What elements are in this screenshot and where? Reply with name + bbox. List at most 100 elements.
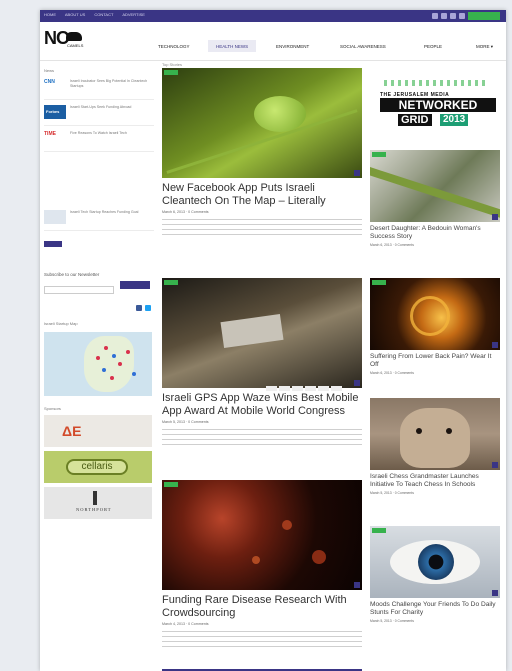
nav-health-news[interactable]: HEALTH NEWS xyxy=(216,44,248,49)
top-link-home[interactable]: HOME xyxy=(44,12,56,17)
article-card[interactable]: Israeli GPS App Waze Wins Best Mobile Ap… xyxy=(162,278,362,449)
article-title[interactable]: Desert Daughter: A Bedouin Woman's Succe… xyxy=(370,225,500,240)
side-article-card[interactable]: Moods Challenge Your Friends To Do Daily… xyxy=(370,526,500,623)
article-image[interactable] xyxy=(370,278,500,350)
article-title[interactable]: Israeli GPS App Waze Wins Best Mobile Ap… xyxy=(162,392,362,417)
nav-social-awareness[interactable]: SOCIAL AWARENESS xyxy=(340,44,386,49)
logo-subtext: CAMELS xyxy=(67,43,84,48)
twitter-icon[interactable] xyxy=(450,13,456,19)
category-tag[interactable] xyxy=(372,280,386,285)
slider-dot[interactable] xyxy=(305,386,316,391)
slider-dot[interactable] xyxy=(279,386,290,391)
category-tag[interactable] xyxy=(164,482,178,487)
top-link-contact[interactable]: CONTACT xyxy=(94,12,113,17)
map-pin-icon[interactable] xyxy=(102,368,106,372)
sponsor-logo: cellaris xyxy=(66,459,128,475)
sponsor-banner[interactable]: cellaris xyxy=(44,451,152,483)
aphid-shape xyxy=(254,96,306,132)
article-image[interactable] xyxy=(370,150,500,222)
sidebar-item[interactable]: Israeli Tech Startup Reaches Funding Goa… xyxy=(44,208,154,231)
top-link-about[interactable]: ABOUT US xyxy=(65,12,85,17)
partner-logo: Forbes xyxy=(44,105,66,119)
sidebar-item[interactable]: CNN Israeli Incubator Sees Big Potential… xyxy=(44,77,154,100)
cell-shape xyxy=(282,520,292,530)
newsletter-subscribe-button[interactable] xyxy=(120,281,150,289)
sidebar-description xyxy=(44,158,154,202)
article-image[interactable] xyxy=(370,526,500,598)
article-title[interactable]: Funding Rare Disease Research With Crowd… xyxy=(162,594,362,619)
side-article-card[interactable]: Suffering From Lower Back Pain? Wear It … xyxy=(370,278,500,375)
nav-more[interactable]: MORE ▾ xyxy=(476,44,493,50)
promo-year: 2013 xyxy=(440,114,469,126)
header-divider xyxy=(40,60,506,61)
cell-shape xyxy=(312,550,326,564)
animal-head-shape xyxy=(400,408,470,468)
article-image[interactable] xyxy=(162,278,362,388)
startup-map[interactable] xyxy=(44,332,152,396)
comment-count-badge[interactable] xyxy=(492,590,498,596)
partner-logo xyxy=(44,210,66,224)
top-link-advertise[interactable]: ADVERTISE xyxy=(122,12,145,17)
nav-environment[interactable]: ENVIRONMENT xyxy=(276,44,309,49)
sidebar-social xyxy=(44,303,154,313)
comment-count-badge[interactable] xyxy=(354,380,360,386)
map-pin-icon[interactable] xyxy=(112,354,116,358)
promo-banner[interactable]: THE JERUSALEM MEDIA NETWORKED GRID 2013 xyxy=(370,68,500,144)
article-title[interactable]: Moods Challenge Your Friends To Do Daily… xyxy=(370,601,500,616)
twitter-icon[interactable] xyxy=(145,305,151,311)
slider-dot[interactable] xyxy=(292,386,303,391)
partner-logo: TIME xyxy=(44,131,56,137)
category-tag[interactable] xyxy=(164,70,178,75)
facebook-icon[interactable] xyxy=(441,13,447,19)
category-tag[interactable] xyxy=(372,152,386,157)
map-pin-icon[interactable] xyxy=(96,356,100,360)
side-article-card[interactable]: Desert Daughter: A Bedouin Woman's Succe… xyxy=(370,150,500,247)
left-sidebar: News CNN Israeli Incubator Sees Big Pote… xyxy=(44,68,154,519)
sidebar-item[interactable]: Forbes Israeli Start-Ups Seek Funding Ab… xyxy=(44,103,154,126)
rss-icon[interactable] xyxy=(432,13,438,19)
slider-dot[interactable] xyxy=(266,386,277,391)
article-image[interactable] xyxy=(162,68,362,178)
sponsor-logo: NORTHPORT xyxy=(76,507,112,512)
nav-technology[interactable]: TECHNOLOGY xyxy=(158,44,190,49)
article-meta: March 6, 2013 · 0 Comments xyxy=(370,371,414,376)
sidebar-item-label: Israeli Tech Startup Reaches Funding Goa… xyxy=(70,210,139,214)
facebook-icon[interactable] xyxy=(136,305,142,311)
article-title[interactable]: Suffering From Lower Back Pain? Wear It … xyxy=(370,353,500,368)
more-news-button[interactable] xyxy=(44,241,62,247)
slider-controls xyxy=(266,378,344,391)
newsletter-email-field[interactable] xyxy=(44,286,114,294)
article-image[interactable] xyxy=(370,398,500,470)
article-title[interactable]: Israeli Chess Grandmaster Launches Initi… xyxy=(370,473,500,488)
site-logo[interactable]: NO CAMELS xyxy=(44,28,86,54)
map-pin-icon[interactable] xyxy=(118,362,122,366)
map-pin-icon[interactable] xyxy=(132,372,136,376)
map-pin-icon[interactable] xyxy=(126,350,130,354)
comment-count-badge[interactable] xyxy=(492,462,498,468)
article-card[interactable]: New Facebook App Puts Israeli Cleantech … xyxy=(162,68,362,239)
slider-dot[interactable] xyxy=(318,386,329,391)
slider-dot[interactable] xyxy=(331,386,342,391)
search-input[interactable] xyxy=(468,12,500,20)
sponsor-banner[interactable]: ΔE xyxy=(44,415,152,447)
sign-shape xyxy=(220,313,284,349)
category-tag[interactable] xyxy=(372,528,386,533)
comment-count-badge[interactable] xyxy=(354,170,360,176)
side-article-card[interactable]: Israeli Chess Grandmaster Launches Initi… xyxy=(370,398,500,495)
comment-count-badge[interactable] xyxy=(354,582,360,588)
nav-people[interactable]: PEOPLE xyxy=(424,44,442,49)
map-pin-icon[interactable] xyxy=(104,346,108,350)
promo-line3: GRID xyxy=(398,114,432,126)
category-tag[interactable] xyxy=(164,280,178,285)
sidebar-item-label: Israeli Start-Ups Seek Funding Abroad xyxy=(70,105,132,109)
comment-count-badge[interactable] xyxy=(492,214,498,220)
article-title[interactable]: New Facebook App Puts Israeli Cleantech … xyxy=(162,182,362,207)
sidebar-item[interactable]: TIME Five Reasons To Watch Israeli Tech xyxy=(44,129,154,152)
map-pin-icon[interactable] xyxy=(110,376,114,380)
comment-count-badge[interactable] xyxy=(492,342,498,348)
sponsor-banner[interactable]: NORTHPORT xyxy=(44,487,152,519)
mail-icon[interactable] xyxy=(459,13,465,19)
article-card[interactable]: Funding Rare Disease Research With Crowd… xyxy=(162,480,362,647)
article-image[interactable] xyxy=(162,480,362,590)
tower-icon xyxy=(93,491,103,505)
